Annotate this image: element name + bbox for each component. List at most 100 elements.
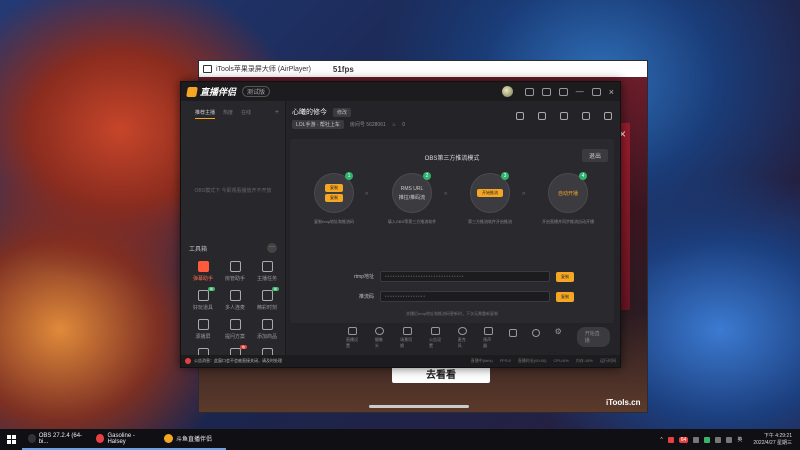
step-1-desc: 复制rtmp地址和推流码	[314, 219, 354, 224]
tool-icon	[261, 290, 273, 301]
start-button[interactable]	[0, 429, 22, 450]
camera-button[interactable]: 摄像头	[375, 327, 385, 349]
volume-icon[interactable]	[726, 436, 733, 443]
tool-icon	[261, 261, 273, 272]
stream-key-input[interactable]: ****************	[380, 291, 550, 302]
clock-date: 2022/4/27 星期三	[753, 439, 792, 446]
app-icon	[164, 434, 173, 443]
taskbar-app[interactable]: Gasoline - Halsey	[90, 429, 158, 450]
taskbar-app[interactable]: OBS 27.2.4 (64-bi...	[22, 429, 90, 450]
live-settings-button[interactable]: 直播设置	[346, 327, 360, 349]
maximize-icon[interactable]	[591, 87, 601, 96]
tool-tag: 新	[271, 287, 279, 291]
avatar[interactable]	[501, 86, 513, 97]
taskbar: OBS 27.2.4 (64-bi... Gasoline - Halsey 斗鱼直…	[0, 429, 800, 450]
home-indicator	[369, 405, 469, 408]
clock[interactable]: 下午 4:29:21 2022/4/27 星期三	[753, 433, 792, 447]
itools-titlebar[interactable]: iTools苹果录屏大师 (AirPlayer) 51fps	[199, 61, 647, 77]
chevron-up-icon[interactable]: ^	[660, 437, 662, 443]
copy-rtmp-button[interactable]: 复制	[556, 271, 574, 282]
tool-item[interactable]: 多人连麦	[219, 290, 251, 311]
itools-fps: 51fps	[332, 64, 354, 74]
warning-icon	[185, 358, 191, 364]
arrow-icon: »	[365, 191, 369, 197]
status-notice: 公告消息：此窗口会不会被直接关闭，请及时处理	[194, 358, 282, 363]
microphone-button[interactable]: 麦克风	[458, 327, 468, 349]
tool-item[interactable]: 弹幕助手	[187, 261, 219, 282]
tool-icon	[229, 290, 241, 301]
obs-steps: 1 复制 复制 复制rtmp地址和推流码 » 2 RMS URL 推拉/推码流 …	[308, 172, 596, 233]
menu-icon[interactable]	[558, 87, 568, 96]
toolbox-grid: 弹幕助手 房管助手 主播任务新好玩道具 多人连麦新精彩时刻源播屏 提问方案 添加商品热	[187, 261, 283, 362]
room-name: 心曦的修今	[292, 109, 327, 116]
tab-online[interactable]: 在线	[241, 109, 251, 119]
notice-button[interactable]: 公告设置	[429, 327, 443, 349]
tool-item[interactable]: 新好玩道具	[187, 287, 219, 311]
exit-obs-button[interactable]: 退出	[581, 149, 608, 162]
tool-item[interactable]: 主播任务	[251, 261, 283, 282]
start-live-button[interactable]: 开始直播	[576, 327, 611, 347]
record-icon[interactable]	[508, 329, 517, 337]
stat-cpu: CPU:6%	[553, 358, 569, 363]
sidebar-empty-text: OBS模式下 今即观看播放开不开放	[194, 188, 272, 194]
wechat-icon[interactable]	[704, 436, 711, 443]
taskbar-app[interactable]: 斗鱼直播伴侣	[158, 429, 226, 450]
tool-tag: 热	[239, 345, 247, 349]
share-icon[interactable]	[604, 112, 612, 120]
message-icon[interactable]	[524, 87, 534, 96]
arrow-icon: »	[444, 191, 448, 197]
scene-icon	[402, 327, 412, 335]
step3-chip: 开始推流	[477, 189, 503, 197]
tool-item[interactable]: 添加商品	[251, 319, 283, 340]
step2-line2: 推拉/推码流	[398, 194, 426, 201]
rtmp-input[interactable]: *******************************	[380, 271, 550, 282]
category-chip[interactable]: LOL手游 · 帮社上车	[292, 120, 344, 129]
tab-hot[interactable]: 热度	[223, 109, 233, 119]
obs-mode-title: OBS第三方推流模式	[424, 156, 480, 162]
toolbox-title: 工具箱	[189, 246, 208, 253]
app-icon	[96, 434, 105, 443]
tool-item[interactable]: 新精彩时刻	[251, 287, 283, 311]
tool-item[interactable]: 提问方案	[219, 319, 251, 340]
settings-icon	[348, 327, 358, 335]
add-tab-button[interactable]: +	[275, 109, 279, 119]
tool-item[interactable]: 房管助手	[219, 261, 251, 282]
ime-indicator[interactable]: 英	[737, 436, 742, 443]
stream-key-row: 推流码 **************** 复制	[350, 291, 574, 302]
copy-key-button[interactable]: 复制	[556, 291, 574, 302]
notice-icon	[431, 327, 441, 335]
version-badge[interactable]: 测试版	[242, 86, 271, 97]
step2-line1: RMS URL	[400, 185, 424, 192]
minimize-icon[interactable]: —	[576, 87, 584, 96]
theme-icon[interactable]	[541, 87, 551, 96]
tool-icon	[197, 319, 209, 330]
tray-badge[interactable]: 64	[678, 436, 689, 443]
screen-icon[interactable]	[538, 112, 546, 120]
toolbox-more-button[interactable]: ···	[267, 243, 277, 253]
speaker-button[interactable]: 扬声器	[483, 327, 493, 349]
step-2-desc: 填入OBS等第三方推流软件	[387, 219, 437, 224]
step-4-desc: 开启直播并同步推流自动开播	[542, 219, 594, 224]
scene-button[interactable]: 场景切换	[400, 327, 414, 349]
bell-icon[interactable]	[582, 112, 590, 120]
step1-copy-chip: 复制	[325, 184, 343, 192]
lock-icon[interactable]	[560, 112, 568, 120]
tray-icon[interactable]	[693, 436, 700, 443]
app-tray-icon[interactable]	[667, 436, 674, 443]
stat-memory: 内存:18%	[575, 358, 593, 363]
sidebar: 推荐主播 热度 在线 + OBS模式下 今即观看播放开不开放 工具箱 ··· 弹…	[181, 101, 286, 359]
tab-recommend[interactable]: 推荐主播	[195, 109, 216, 119]
app-logo: 直播伴侣	[186, 85, 236, 98]
step-3-desc: 第三方推流软件开启推流	[468, 219, 512, 224]
gear-icon[interactable]: ⚙	[555, 327, 562, 336]
taskbar-app-label: Gasoline - Halsey	[107, 432, 135, 445]
gift-icon[interactable]	[516, 112, 524, 120]
tool-tag: 新	[207, 287, 215, 291]
edit-room-button[interactable]: 修改	[333, 107, 352, 117]
eye-icon[interactable]	[531, 329, 540, 337]
tool-item[interactable]: 源播屏	[187, 319, 219, 340]
close-icon[interactable]: ×	[609, 87, 614, 97]
taskbar-app-label: 斗鱼直播伴侣	[176, 437, 213, 443]
network-icon[interactable]	[715, 436, 722, 443]
tool-label: 添加商品	[256, 334, 277, 340]
